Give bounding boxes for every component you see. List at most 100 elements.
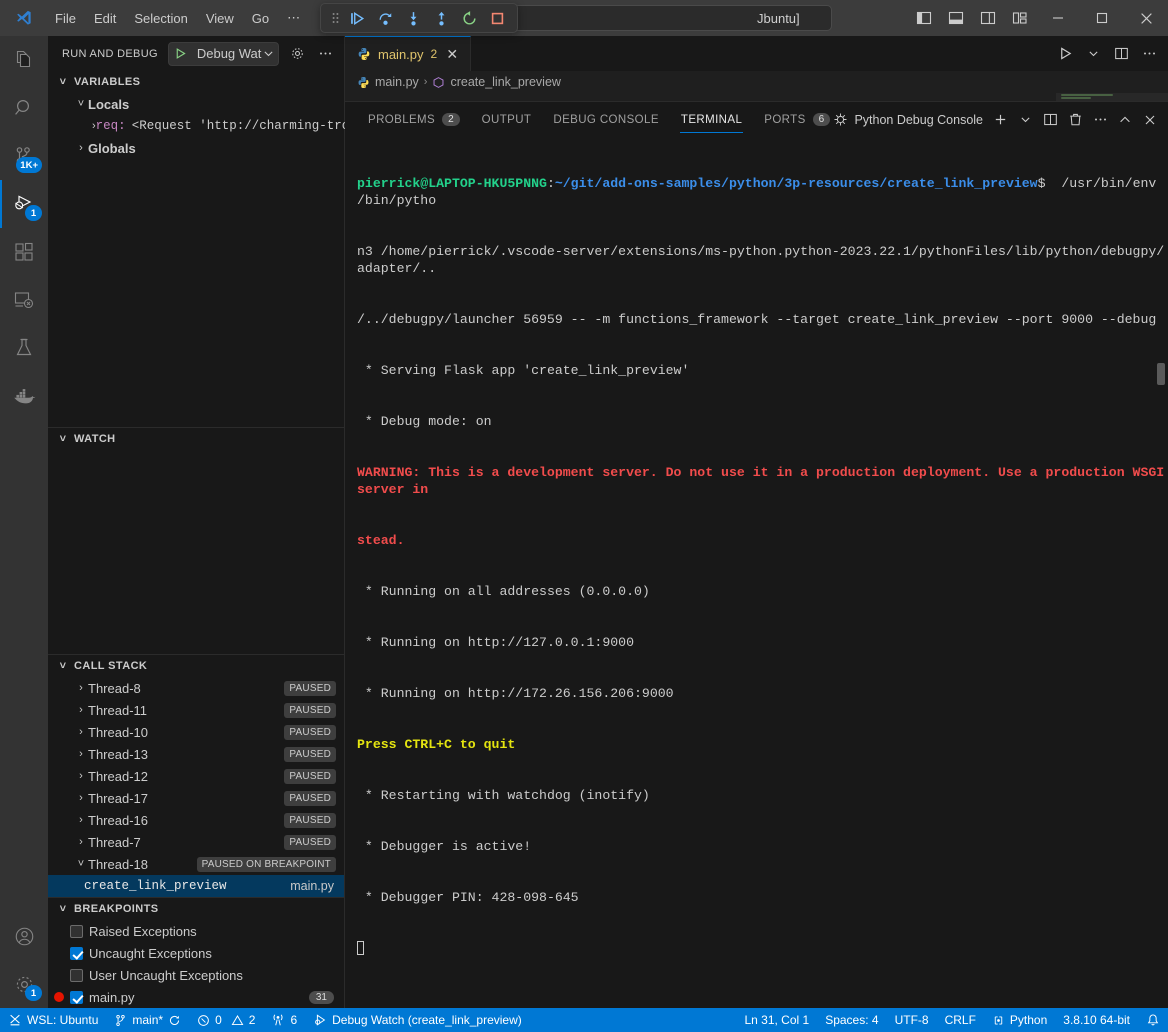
sync-icon[interactable] (168, 1014, 181, 1027)
more-icon[interactable] (316, 43, 336, 65)
callstack-thread-active[interactable]: ˅Thread-18 PAUSED ON BREAKPOINT (48, 853, 344, 875)
terminal-selector[interactable]: Python Debug Console (833, 112, 987, 127)
callstack-thread[interactable]: ›Thread-8 PAUSED (48, 677, 344, 699)
customize-layout-icon[interactable] (1004, 0, 1036, 36)
callstack-thread[interactable]: ›Thread-7 PAUSED (48, 831, 344, 853)
new-terminal-icon[interactable] (988, 108, 1012, 132)
status-git-branch[interactable]: main* (106, 1008, 189, 1032)
activitybar-item-source-control[interactable]: 1K+ (0, 132, 48, 180)
activitybar-item-testing[interactable] (0, 324, 48, 372)
editor-tab-main-py[interactable]: main.py 2 ✕ (345, 36, 471, 71)
more-actions-icon[interactable] (1136, 41, 1162, 67)
status-problems[interactable]: 0 2 (189, 1008, 263, 1032)
step-out-icon[interactable] (427, 5, 455, 31)
run-python-file-icon[interactable] (1052, 41, 1078, 67)
activitybar-item-settings[interactable]: 1 (0, 960, 48, 1008)
activitybar-item-accounts[interactable] (0, 912, 48, 960)
minimize-icon[interactable] (1036, 0, 1080, 36)
breakpoint-checkbox[interactable] (70, 969, 83, 982)
breakpoint-item[interactable]: User Uncaught Exceptions (48, 964, 344, 986)
more-icon[interactable] (1088, 108, 1112, 132)
code-editor[interactable]: 16from typing import Any, Mapping 17from… (345, 93, 1168, 101)
menu-view[interactable]: View (197, 7, 243, 30)
play-icon[interactable] (169, 47, 193, 60)
stop-icon[interactable] (483, 5, 511, 31)
status-remote-host[interactable]: WSL: Ubuntu (0, 1008, 106, 1032)
callstack-thread[interactable]: ›Thread-13 PAUSED (48, 743, 344, 765)
close-panel-icon[interactable] (1138, 108, 1162, 132)
menu-more[interactable]: ⋯ (278, 6, 309, 30)
breakpoints-section-header[interactable]: ˅ BREAKPOINTS (48, 898, 344, 920)
callstack-thread[interactable]: ›Thread-16 PAUSED (48, 809, 344, 831)
restart-icon[interactable] (455, 5, 483, 31)
callstack-thread[interactable]: ›Thread-17 PAUSED (48, 787, 344, 809)
toggle-secondary-sidebar-icon[interactable] (972, 0, 1004, 36)
panel-tab-terminal[interactable]: TERMINAL (670, 102, 753, 137)
activitybar-item-explorer[interactable] (0, 36, 48, 84)
watch-section-header[interactable]: ˅ WATCH (48, 428, 344, 450)
callstack-thread[interactable]: ›Thread-11 PAUSED (48, 699, 344, 721)
toggle-panel-icon[interactable] (940, 0, 972, 36)
status-python-interpreter[interactable]: 3.8.10 64-bit (1055, 1008, 1138, 1032)
step-into-icon[interactable] (399, 5, 427, 31)
split-terminal-icon[interactable] (1038, 108, 1062, 132)
menu-selection[interactable]: Selection (125, 7, 196, 30)
terminal-user-host: pierrick@LAPTOP-HKU5PNNG (357, 176, 547, 191)
chevron-down-icon[interactable] (1080, 41, 1106, 67)
terminal-scrollbar-thumb[interactable] (1157, 363, 1165, 385)
activitybar-item-extensions[interactable] (0, 228, 48, 276)
menu-go[interactable]: Go (243, 7, 278, 30)
panel-tab-problems[interactable]: PROBLEMS 2 (357, 102, 471, 137)
close-icon[interactable]: ✕ (444, 46, 460, 63)
breakpoint-item[interactable]: Raised Exceptions (48, 920, 344, 942)
gear-icon[interactable] (287, 43, 307, 65)
status-ports[interactable]: 6 (263, 1008, 305, 1032)
maximize-icon[interactable] (1080, 0, 1124, 36)
callstack-section-header[interactable]: ˅ CALL STACK (48, 655, 344, 677)
callstack-thread[interactable]: ›Thread-10 PAUSED (48, 721, 344, 743)
chevron-down-icon[interactable] (1013, 108, 1037, 132)
menu-file[interactable]: File (46, 7, 85, 30)
terminal-output[interactable]: pierrick@LAPTOP-HKU5PNNG:~/git/add-ons-s… (345, 137, 1168, 1008)
panel-tab-debug-console[interactable]: DEBUG CONSOLE (542, 102, 670, 137)
continue-icon[interactable] (343, 5, 371, 31)
activitybar-item-remote-explorer[interactable] (0, 276, 48, 324)
breadcrumb-file[interactable]: main.py (375, 75, 419, 89)
activitybar-item-docker[interactable] (0, 372, 48, 420)
breakpoint-checkbox[interactable] (70, 991, 83, 1004)
status-eol[interactable]: CRLF (937, 1008, 984, 1032)
status-cursor-position[interactable]: Ln 31, Col 1 (736, 1008, 817, 1032)
variable-item-req[interactable]: › req: <Request 'http://charming-tro… (48, 115, 344, 137)
status-language-mode[interactable]: Python (984, 1008, 1055, 1032)
breakpoint-checkbox[interactable] (70, 925, 83, 938)
activitybar-item-search[interactable] (0, 84, 48, 132)
status-indentation[interactable]: Spaces: 4 (817, 1008, 886, 1032)
maximize-panel-icon[interactable] (1113, 108, 1137, 132)
status-debug-session[interactable]: Debug Watch (create_link_preview) (305, 1008, 530, 1032)
kill-terminal-icon[interactable] (1063, 108, 1087, 132)
editor-scrollbar[interactable] (1042, 93, 1056, 101)
variables-section-header[interactable]: ˅ VARIABLES (48, 71, 344, 93)
close-icon[interactable] (1124, 0, 1168, 36)
variables-group-globals[interactable]: › Globals (48, 137, 344, 159)
status-notifications[interactable] (1138, 1008, 1168, 1032)
callstack-thread[interactable]: ›Thread-12 PAUSED (48, 765, 344, 787)
callstack-frame[interactable]: create_link_preview main.py (48, 875, 344, 897)
status-encoding[interactable]: UTF-8 (887, 1008, 937, 1032)
breakpoint-item-file[interactable]: main.py 31 (48, 986, 344, 1008)
step-over-icon[interactable] (371, 5, 399, 31)
chevron-down-icon[interactable] (263, 48, 274, 59)
activitybar-item-run-and-debug[interactable]: 1 (0, 180, 48, 228)
panel-tab-ports[interactable]: PORTS 6 (753, 102, 841, 137)
breakpoint-checkbox[interactable] (70, 947, 83, 960)
panel-tab-output[interactable]: OUTPUT (471, 102, 543, 137)
split-editor-icon[interactable] (1108, 41, 1134, 67)
debug-configuration-select[interactable]: Debug Wat (168, 42, 280, 66)
drag-handle-icon[interactable] (327, 11, 343, 25)
variables-group-locals[interactable]: ˅ Locals (48, 93, 344, 115)
breakpoint-item[interactable]: Uncaught Exceptions (48, 942, 344, 964)
menu-edit[interactable]: Edit (85, 7, 125, 30)
toggle-primary-sidebar-icon[interactable] (908, 0, 940, 36)
breadcrumb-symbol[interactable]: create_link_preview (450, 75, 560, 89)
minimap[interactable] (1056, 93, 1168, 101)
